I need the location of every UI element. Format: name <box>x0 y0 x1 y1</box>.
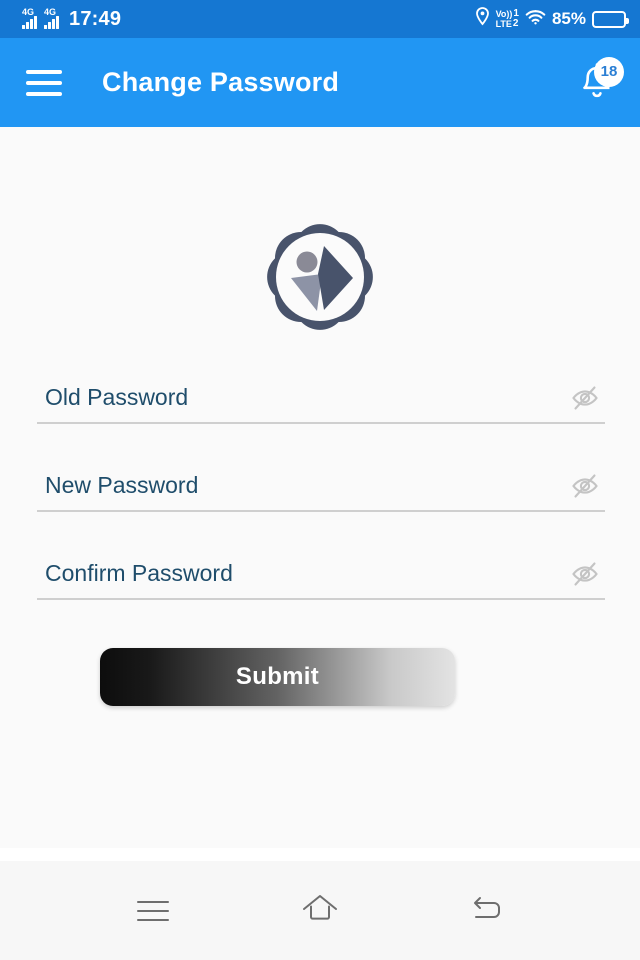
notifications-button[interactable]: 18 <box>574 56 624 107</box>
sim2-signal-icon: 4G <box>44 7 59 29</box>
sim1-signal-icon: 4G <box>22 7 37 29</box>
android-nav-bar <box>0 861 640 960</box>
logo-container <box>0 202 640 357</box>
recents-line <box>137 900 170 903</box>
new-password-input[interactable] <box>37 471 517 505</box>
confirm-password-eye-off-icon[interactable] <box>565 554 605 594</box>
hamburger-line <box>26 91 62 96</box>
app-bar: Change Password 18 <box>0 38 640 127</box>
old-password-eye-off-icon[interactable] <box>565 378 605 418</box>
nav-home-button[interactable] <box>285 880 355 942</box>
sim1-network-label: 4G <box>22 7 35 17</box>
recents-icon <box>137 900 170 921</box>
hamburger-line <box>26 80 62 85</box>
lte-label: LTE <box>495 18 512 29</box>
confirm-password-input[interactable] <box>37 559 517 593</box>
signal-bar <box>52 19 55 29</box>
battery-percent-label: 85% <box>551 9 586 28</box>
main-content: Submit <box>0 127 640 848</box>
signal-bar <box>30 19 33 29</box>
submit-button[interactable]: Submit <box>100 648 455 706</box>
home-icon <box>300 892 340 929</box>
wifi-icon <box>525 8 546 30</box>
status-bar-right: Vo)) 1 LTE 2 85% <box>475 7 629 31</box>
old-password-field[interactable] <box>37 378 605 424</box>
notification-badge: 18 <box>594 56 624 87</box>
back-icon <box>470 893 504 928</box>
signal-bar <box>56 16 59 29</box>
new-password-eye-off-icon[interactable] <box>565 466 605 506</box>
recents-line <box>137 909 170 912</box>
signal-bar <box>34 16 37 29</box>
battery-icon <box>592 10 629 28</box>
hamburger-menu-icon[interactable] <box>26 69 62 96</box>
hamburger-line <box>26 69 62 74</box>
volte-indicator: Vo)) 1 LTE 2 <box>496 9 519 29</box>
nav-bar-divider <box>0 848 640 861</box>
sim2-network-label: 4G <box>44 7 57 17</box>
app-logo <box>245 202 395 357</box>
logo-head <box>296 251 318 273</box>
page-title: Change Password <box>102 67 340 97</box>
nav-recents-button[interactable] <box>118 880 188 942</box>
confirm-password-field[interactable] <box>37 554 605 600</box>
volte-label: Vo)) <box>495 8 513 19</box>
signal-bar <box>22 25 25 29</box>
signal-bar <box>26 22 29 29</box>
location-pin-icon <box>475 7 490 31</box>
bell-icon <box>574 62 620 111</box>
signal-bar <box>48 22 51 29</box>
volte-sim2-number: 2 <box>512 18 519 29</box>
status-bar-clock: 17:49 <box>69 7 122 30</box>
status-bar-left: 4G 4G 17:49 <box>22 8 121 31</box>
signal-bar <box>44 25 47 29</box>
status-bar: 4G 4G 17:49 Vo)) 1 LTE 2 85% <box>0 0 640 38</box>
recents-line <box>137 918 170 921</box>
nav-back-button[interactable] <box>452 880 522 942</box>
old-password-input[interactable] <box>37 383 517 417</box>
new-password-field[interactable] <box>37 466 605 512</box>
